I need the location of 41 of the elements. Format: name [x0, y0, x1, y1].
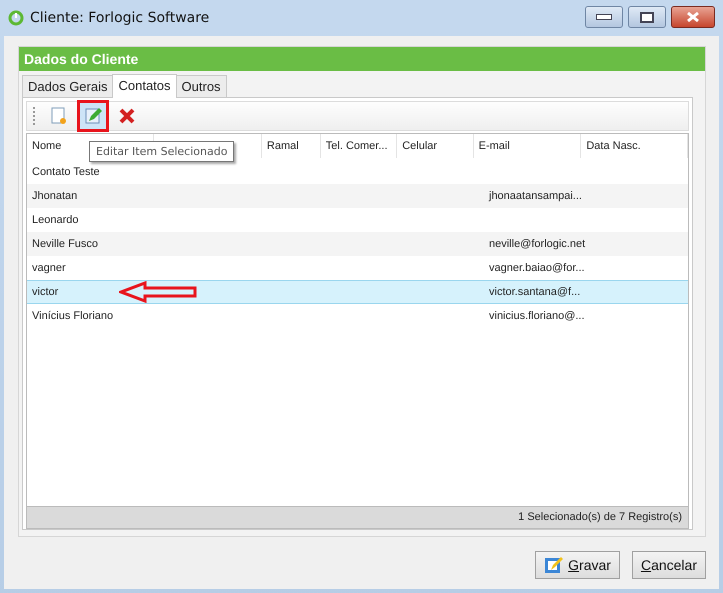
- table-cell: vinicius.floriano@...: [489, 310, 585, 322]
- close-button[interactable]: [671, 6, 715, 28]
- panel-header: Dados do Cliente: [19, 47, 705, 71]
- maximize-button[interactable]: [628, 6, 666, 28]
- close-icon: [686, 12, 700, 22]
- table-cell: victor.santana@f...: [489, 286, 580, 298]
- tooltip: Editar Item Selecionado: [89, 141, 234, 162]
- table-row[interactable]: vagner vagner.baiao@for...: [27, 256, 688, 280]
- table-cell: Vinícius Floriano: [32, 310, 114, 322]
- window-title: Cliente: Forlogic Software: [30, 10, 210, 26]
- pencil-icon: [544, 555, 564, 575]
- table-cell: neville@forlogic.net: [489, 238, 586, 250]
- column-header[interactable]: Ramal: [262, 134, 321, 158]
- cancel-button[interactable]: Cancelar: [632, 551, 706, 579]
- save-button[interactable]: Gravar: [535, 551, 620, 579]
- tab[interactable]: Dados Gerais: [22, 75, 114, 97]
- table-row[interactable]: Vinícius Floriano vinicius.floriano@...: [27, 304, 688, 328]
- table-row[interactable]: victor victor.santana@f...: [27, 280, 688, 304]
- table-cell: Leonardo: [32, 214, 78, 226]
- table-row[interactable]: Neville Fusco neville@forlogic.net: [27, 232, 688, 256]
- column-header[interactable]: E-mail: [474, 134, 582, 158]
- minimize-button[interactable]: [585, 6, 623, 28]
- table-cell: victor: [32, 286, 58, 298]
- table-cell: Neville Fusco: [32, 238, 98, 250]
- column-header[interactable]: Celular: [397, 134, 474, 158]
- tab[interactable]: Outros: [176, 75, 227, 97]
- app-icon: [8, 10, 24, 26]
- table-row[interactable]: Contato Teste: [27, 160, 688, 184]
- edit-button[interactable]: [77, 100, 109, 132]
- table-cell: jhonaatansampai...: [489, 190, 582, 202]
- status-bar: 1 Selecionado(s) de 7 Registro(s): [27, 506, 688, 528]
- pencil-icon: [84, 107, 102, 125]
- tab[interactable]: Contatos: [112, 74, 177, 98]
- table-row[interactable]: Jhonatan jhonaatansampai...: [27, 184, 688, 208]
- table-row[interactable]: Leonardo: [27, 208, 688, 232]
- table-cell: vagner.baiao@for...: [489, 262, 585, 274]
- table-cell: Jhonatan: [32, 190, 78, 202]
- table-cell: vagner: [32, 262, 66, 274]
- column-header[interactable]: Data Nasc.: [581, 134, 688, 158]
- table-cell: Contato Teste: [32, 166, 100, 178]
- column-header[interactable]: Tel. Comer...: [320, 134, 398, 158]
